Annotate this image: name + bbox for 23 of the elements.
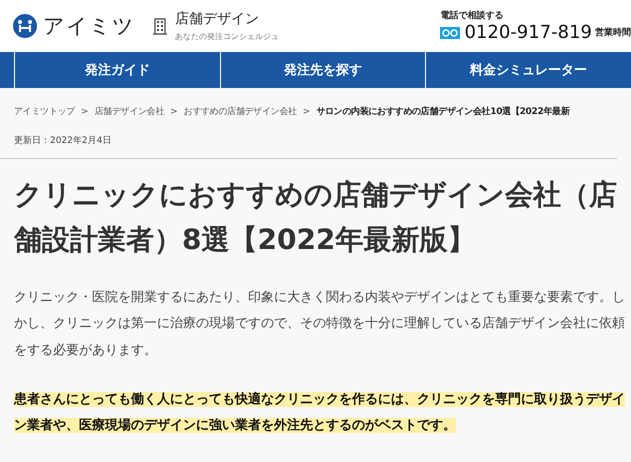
breadcrumb-separator: > — [302, 106, 310, 116]
breadcrumb-separator: > — [170, 106, 178, 116]
building-icon — [153, 18, 167, 34]
page-title: クリニックにおすすめの店舗デザイン会社（店舗設計業者）8選【2022年最新版】 — [14, 177, 618, 258]
breadcrumb-link[interactable]: アイミツトップ — [14, 105, 75, 118]
category-title: 店舗デザイン — [175, 10, 260, 28]
highlighted-text: 患者さんにとっても働く人にとっても快適なクリニックを作るには、クリニックを専門に取り扱うデザイン業者や、医療現場のデザインに強い業者を外注先とするのがベストです。 — [14, 390, 626, 436]
nav-tab[interactable]: 料金シミュレーター — [425, 52, 631, 88]
updated-date: 更新日：2022年2月4日 — [0, 118, 617, 159]
logo-icon — [13, 14, 37, 38]
intro-paragraph: クリニック・医院を開業するにあたり、印象に大きく関わる内装やデザインはとても重要な要素です。しかし、クリニックは第一に治療の現場ですので、その特徴を十分に理解している店舗デザイン会社に依頼をする必要があります。 — [14, 288, 626, 360]
free-dial-icon — [440, 26, 460, 38]
breadcrumb-link[interactable]: おすすめの店舗デザイン会社 — [184, 105, 297, 118]
phone-label: 電話で相談する — [440, 9, 504, 22]
nav-tab[interactable]: 発注ガイド — [14, 52, 220, 88]
breadcrumb-link[interactable]: 店舗デザイン会社 — [94, 105, 164, 118]
hours-label: 営業時間 — [595, 26, 631, 39]
nav-tab[interactable]: 発注先を探す — [220, 52, 426, 88]
breadcrumb-separator: > — [80, 106, 88, 116]
tagline: あなたの発注コンシェルジュ — [175, 31, 279, 42]
phone-number: 0120-917-819 — [464, 22, 592, 43]
breadcrumb-link[interactable]: サロンの内装におすすめの店舗デザイン会社10選【2022年最新 — [316, 105, 570, 118]
logo-text: アイミツ — [43, 13, 135, 40]
